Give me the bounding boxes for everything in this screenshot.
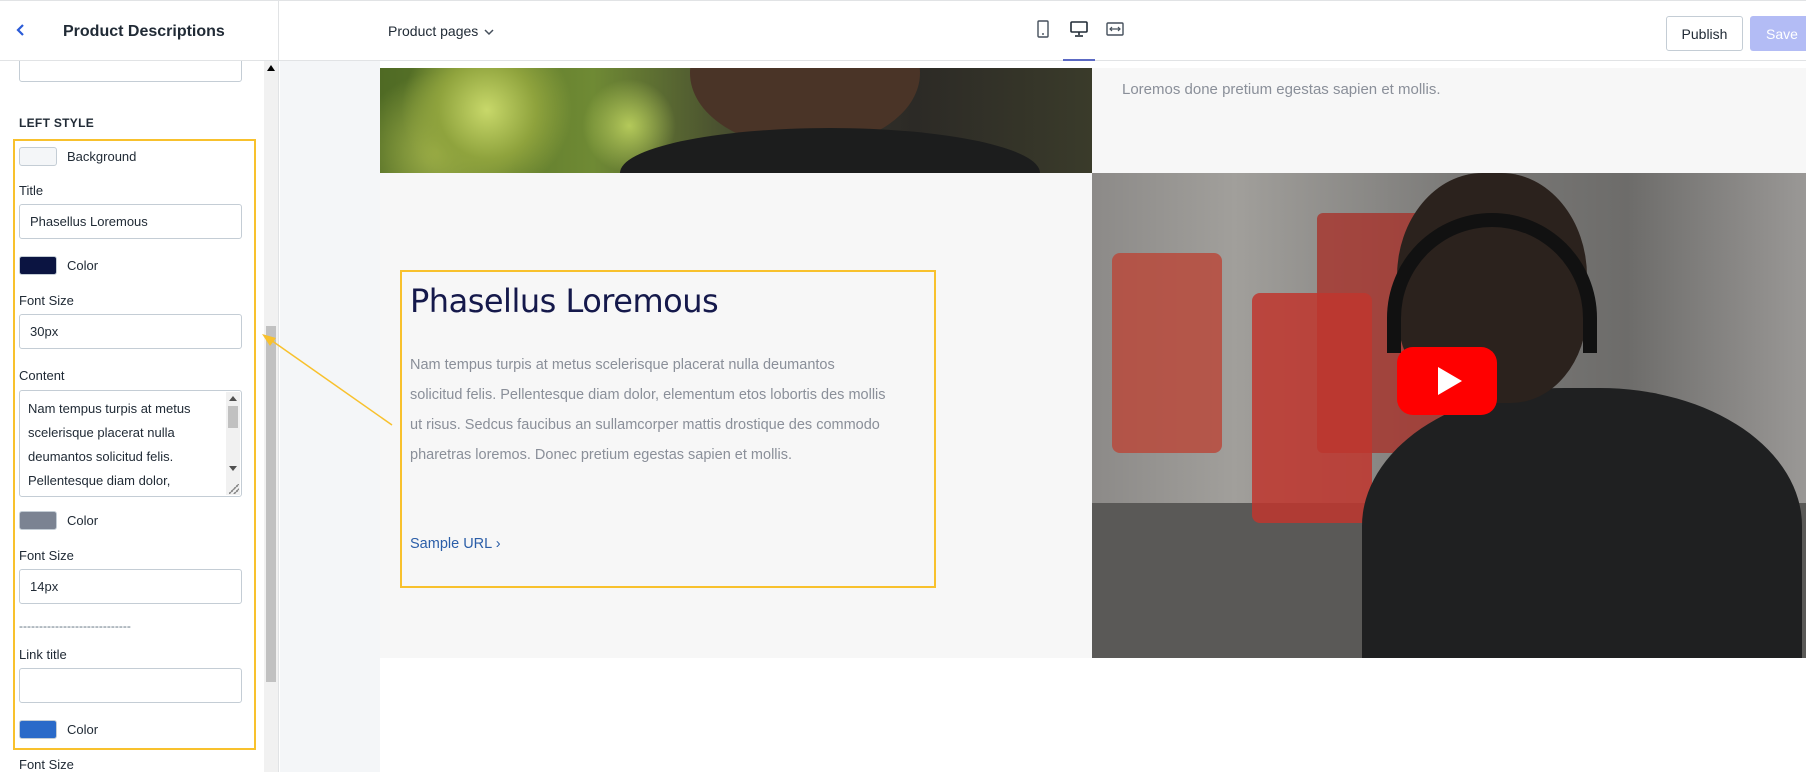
top-bar: Product Descriptions Product pages Publi…: [0, 0, 1806, 62]
section-text-top[interactable]: Loremos done pretium egestas sapien et m…: [1092, 68, 1806, 173]
preview-page: Loremos done pretium egestas sapien et m…: [380, 61, 1806, 772]
title-font-size-label: Font Size: [19, 293, 74, 308]
background-color-picker[interactable]: Background: [19, 147, 136, 166]
page-title: Product Descriptions: [63, 23, 225, 40]
scroll-down-icon: [229, 466, 237, 471]
content-highlight-box[interactable]: Phasellus Loremous Nam tempus turpis at …: [400, 270, 936, 588]
background-swatch: [19, 147, 57, 166]
content-body: Nam tempus turpis at metus scelerisque p…: [410, 357, 886, 463]
sidebar-scrollbar[interactable]: [264, 61, 278, 772]
previous-field-input[interactable]: [19, 61, 242, 82]
video-block[interactable]: [1092, 173, 1806, 658]
bus-shape: [1252, 293, 1372, 523]
mobile-icon: [1036, 19, 1050, 43]
content-textarea[interactable]: Nam tempus turpis at metus scelerisque p…: [19, 390, 242, 497]
title-font-size-input[interactable]: 30px: [19, 314, 242, 349]
section-image-top[interactable]: [380, 68, 1092, 173]
fullwidth-icon: [1106, 21, 1124, 42]
save-button[interactable]: Save: [1750, 16, 1806, 51]
link-font-size-label: Font Size: [19, 757, 74, 772]
content-label: Content: [19, 368, 65, 383]
chevron-down-icon: [484, 23, 494, 39]
page-type-label: Product pages: [388, 23, 479, 39]
content-block-left[interactable]: Phasellus Loremous Nam tempus turpis at …: [380, 173, 1092, 658]
link-title-input[interactable]: [19, 668, 242, 703]
content-color-picker[interactable]: Color: [19, 511, 98, 530]
sidebar-scroll-thumb[interactable]: [266, 326, 276, 682]
scroll-up-icon[interactable]: [267, 65, 275, 71]
content-color-label: Color: [67, 513, 99, 528]
back-button[interactable]: [10, 21, 32, 43]
link-color-picker[interactable]: Color: [19, 720, 98, 739]
content-font-size-input[interactable]: 14px: [19, 569, 242, 604]
sidebar-header: Product Descriptions: [0, 1, 279, 62]
settings-panel: LEFT STYLE Background Title Phasellus Lo…: [0, 61, 264, 772]
top-right-text: Loremos done pretium egestas sapien et m…: [1122, 81, 1441, 98]
content-link[interactable]: Sample URL ›: [410, 536, 501, 552]
scroll-up-icon: [229, 396, 237, 401]
content-font-size-label: Font Size: [19, 548, 74, 563]
youtube-play-button[interactable]: [1397, 347, 1497, 415]
settings-sidebar: LEFT STYLE Background Title Phasellus Lo…: [0, 61, 279, 772]
link-color-label: Color: [67, 722, 99, 737]
title-color-swatch: [19, 256, 57, 275]
content-title: Phasellus Loremous: [410, 282, 719, 320]
section-title: LEFT STYLE: [19, 116, 94, 130]
background-label: Background: [67, 149, 137, 164]
play-icon: [1438, 367, 1462, 395]
person-body-shape: [1362, 388, 1802, 658]
publish-button[interactable]: Publish: [1666, 16, 1743, 51]
preview-canvas: Loremos done pretium egestas sapien et m…: [280, 61, 1806, 772]
bus-shape: [1112, 253, 1222, 453]
chevron-left-icon: [15, 23, 27, 42]
title-label: Title: [19, 183, 44, 198]
title-input[interactable]: Phasellus Loremous: [19, 204, 242, 239]
link-title-label: Link title: [19, 647, 67, 662]
title-color-label: Color: [67, 258, 99, 273]
textarea-scrollbar[interactable]: [226, 392, 240, 495]
textarea-scroll-thumb[interactable]: [228, 406, 238, 428]
device-toggle: [1030, 15, 1128, 62]
fullwidth-view-button[interactable]: [1102, 15, 1128, 47]
theme-editor: Product Descriptions Product pages Publi…: [0, 0, 1806, 772]
desktop-view-button[interactable]: [1063, 15, 1095, 62]
link-color-swatch: [19, 720, 57, 739]
mobile-view-button[interactable]: [1030, 15, 1056, 47]
page-type-select[interactable]: Product pages: [388, 23, 494, 39]
content-color-swatch: [19, 511, 57, 530]
title-color-picker[interactable]: Color: [19, 256, 98, 275]
person-shirt-shape: [620, 128, 1040, 173]
desktop-icon: [1070, 20, 1088, 43]
divider: ----------------------------: [19, 619, 131, 633]
resize-handle-icon[interactable]: [229, 484, 239, 494]
content-textarea-text: Nam tempus turpis at metus scelerisque p…: [28, 401, 191, 488]
